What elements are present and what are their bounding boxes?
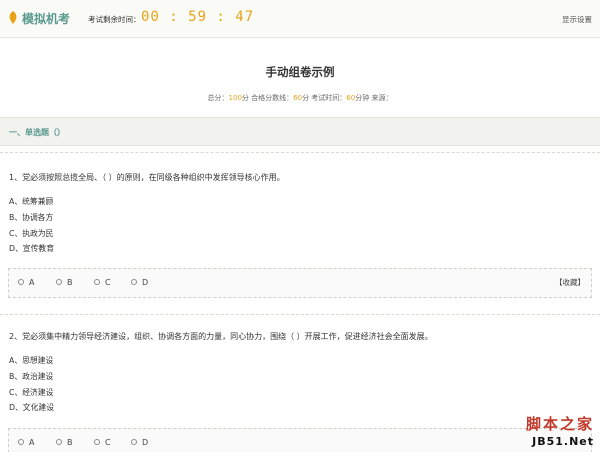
section-header: 一、单选题（） [0, 117, 600, 146]
choice-label: B [67, 278, 73, 287]
radio-icon [94, 438, 100, 445]
divider [0, 314, 600, 315]
choice-label: C [105, 438, 111, 447]
radio-icon [18, 438, 24, 445]
question-1-option-b: B、协调各方 [9, 213, 54, 222]
question-1-option-d: D、宣传教育 [9, 244, 54, 253]
choice-label: A [29, 438, 35, 447]
question-2-choice-c[interactable]: C [94, 438, 111, 447]
site-watermark: 脚本之家 JB51.Net [526, 413, 594, 448]
source-label: 来源： [369, 94, 393, 102]
radio-icon [131, 278, 137, 285]
total-score-value: 100 [228, 94, 242, 102]
paper-title: 手动组卷示例 [265, 65, 335, 79]
watermark-logo-text: 脚本之家 [525, 415, 594, 433]
top-bar: 模拟机考 考试剩余时间： 00 : 59 : 47 显示设置 [0, 0, 600, 38]
total-score-unit: 分 [241, 94, 249, 102]
radio-icon [56, 278, 62, 285]
question-2-choice-d[interactable]: D [131, 438, 148, 447]
pass-score-unit: 分 [302, 94, 310, 102]
question-2-choice-b[interactable]: B [56, 438, 73, 447]
section-title: 一、单选题（） [9, 128, 65, 137]
leaf-icon [9, 11, 17, 24]
choice-label: C [105, 278, 111, 287]
radio-icon [94, 278, 100, 285]
question-2-option-a: A、思想建设 [9, 356, 54, 365]
exam-time-unit: 分钟 [355, 94, 370, 102]
question-2-choice-a[interactable]: A [18, 438, 34, 447]
pass-score-label: 合格分数线： [248, 94, 294, 102]
question-1-choice-b[interactable]: B [56, 278, 73, 287]
question-1-option-a: A、统筹兼顾 [9, 197, 54, 206]
radio-icon [56, 438, 62, 445]
divider [0, 152, 600, 153]
question-1-text: 1、党必须按照总揽全局、（ ）的原则，在同级各种组织中发挥领导核心作用。 [9, 173, 285, 182]
question-2-option-b: B、政治建设 [9, 372, 54, 381]
display-settings-link[interactable]: 显示设置 [562, 14, 592, 25]
exam-time-label: 考试时间： [309, 94, 347, 102]
question-1-choice-c[interactable]: C [94, 278, 111, 287]
collect-button[interactable]: 【收藏】 [555, 277, 585, 288]
timer-label: 考试剩余时间： [88, 15, 141, 24]
watermark-site-text: JB51.Net [532, 435, 594, 448]
choice-label: A [29, 278, 35, 287]
choice-label: D [142, 438, 149, 447]
total-score-label: 总分： [207, 94, 229, 102]
paper-meta: 总分：100分 合格分数线：60分 考试时间：60分钟 来源： [0, 93, 600, 103]
countdown-timer: 00 : 59 : 47 [141, 9, 255, 25]
question-2-text: 2、党必须集中精力领导经济建设，组织、协调各方面的力量，同心协力，围绕（ ）开展… [9, 332, 433, 341]
exam-time-value: 60 [346, 94, 356, 102]
choice-label: B [67, 438, 73, 447]
question-1-choice-d[interactable]: D [131, 278, 148, 287]
pass-score-value: 60 [293, 94, 303, 102]
question-2-answer-box: A B C D [8, 428, 592, 452]
question-2-option-d: D、文化建设 [9, 403, 54, 412]
question-2-option-c: C、经济建设 [9, 388, 54, 397]
radio-icon [18, 278, 24, 285]
choice-label: D [142, 278, 149, 287]
question-1-answer-box: A B C D 【收藏】 [8, 268, 592, 298]
question-1-option-c: C、执政为民 [9, 229, 54, 238]
app-title: 模拟机考 [22, 12, 71, 26]
question-1-choice-a[interactable]: A [18, 278, 34, 287]
radio-icon [131, 438, 137, 445]
